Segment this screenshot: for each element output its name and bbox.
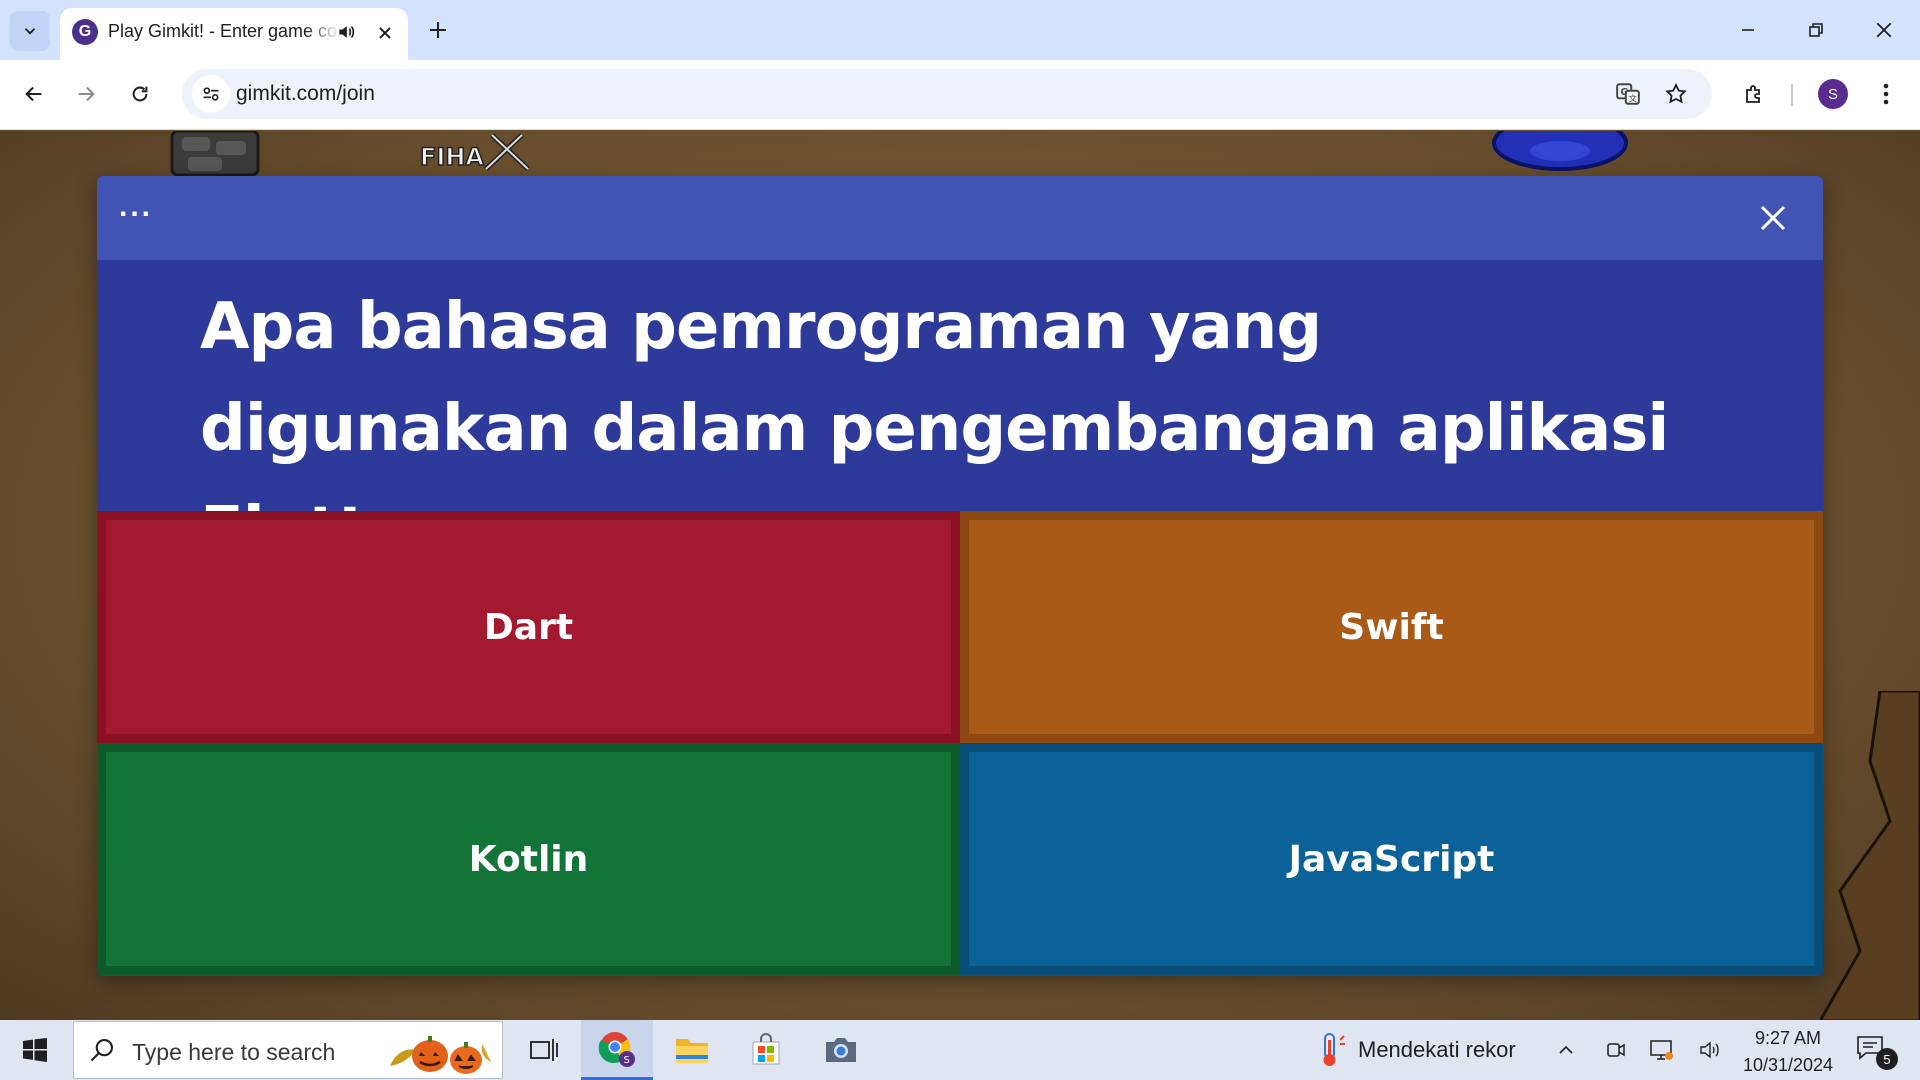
reload-icon [132,86,148,102]
browser-tabstrip: G Play Gimkit! - Enter game code [0,0,1920,60]
modal-close-button[interactable] [1751,196,1795,240]
windows-logo-icon [23,1038,47,1062]
taskbar-search-box[interactable]: Type here to search [73,1021,503,1079]
svg-text:S: S [624,1055,630,1066]
file-explorer-taskbar-app[interactable] [656,1020,728,1080]
answer-option-4-label: JavaScript [1288,838,1495,880]
folder-icon [676,1039,708,1063]
weather-widget[interactable]: Mendekati rekor [1316,1032,1516,1068]
close-window-button[interactable] [1856,8,1912,52]
bookmark-star-icon[interactable] [1660,78,1692,110]
crossed-swords-image [484,133,530,171]
answer-option-3-label: Kotlin [468,838,589,880]
clock-time: 9:27 AM [1754,1028,1822,1048]
restore-icon [1809,23,1823,37]
camera-icon [826,1038,856,1062]
stone-pillar-image [170,131,260,177]
search-icon [90,1039,113,1062]
site-info-button[interactable] [192,75,230,113]
rock-edge-image [1820,691,1920,1020]
forward-button[interactable] [66,74,106,114]
url-text[interactable]: gimkit.com/join [236,82,375,106]
toolbar-separator [1791,84,1793,106]
chevron-up-icon[interactable] [1552,1036,1580,1064]
meet-now-icon[interactable] [1602,1036,1630,1064]
windows-taskbar: Type here to search S Mendekati rekor 9:… [0,1020,1920,1080]
network-icon[interactable] [1648,1036,1676,1064]
gimkit-favicon-icon: G [72,19,98,45]
minimize-icon [1742,29,1754,31]
answer-option-4[interactable]: JavaScript [960,743,1823,975]
more-menu-icon[interactable] [1866,74,1906,114]
question-modal: ... Apa bahasa pemrograman yang digunaka… [97,176,1823,976]
extensions-icon[interactable] [1734,74,1774,114]
chrome-taskbar-app[interactable]: S [581,1020,653,1080]
notification-center-button[interactable]: 5 [1856,1034,1898,1070]
close-icon [1760,205,1786,231]
close-icon [1876,22,1892,38]
answer-option-2-label: Swift [1339,606,1444,648]
task-view-button[interactable] [508,1020,580,1080]
player-character-image [1492,131,1628,171]
camera-taskbar-app[interactable] [805,1020,877,1080]
svg-text:文: 文 [1629,93,1638,105]
start-button[interactable] [0,1020,70,1080]
address-bar[interactable]: gimkit.com/join G文 [182,69,1712,119]
search-placeholder: Type here to search [132,1039,336,1065]
profile-avatar[interactable]: S [1818,79,1848,109]
taskbar-clock[interactable]: 9:27 AM 10/31/2024 [1738,1025,1838,1079]
new-tab-button[interactable] [418,12,458,48]
answer-option-2[interactable]: Swift [960,511,1823,743]
weather-text: Mendekati rekor [1358,1037,1516,1062]
player-name-label: FIHA [419,142,484,172]
notification-count-badge: 5 [1876,1048,1898,1070]
tab-title: Play Gimkit! - Enter game code [108,21,340,41]
tab-close-icon[interactable] [372,20,398,46]
microsoft-store-taskbar-app[interactable] [730,1020,802,1080]
answer-option-1-label: Dart [483,606,574,648]
browser-toolbar: gimkit.com/join G文 S [0,60,1920,130]
chevron-down-icon [24,28,36,35]
restore-button[interactable] [1788,8,1844,52]
reload-button[interactable] [120,74,160,114]
answer-grid: Dart Swift Kotlin JavaScript [97,511,1823,976]
browser-tab[interactable]: G Play Gimkit! - Enter game code [60,8,408,60]
clock-date: 10/31/2024 [1742,1055,1834,1075]
back-button[interactable] [14,74,54,114]
plus-icon [430,22,446,38]
modal-menu-button[interactable]: ... [119,190,153,224]
halloween-pumpkins-icon [390,1036,492,1074]
speaker-icon[interactable] [336,22,356,47]
translate-icon[interactable]: G文 [1612,78,1644,110]
task-view-icon [530,1039,558,1061]
answer-option-1[interactable]: Dart [97,511,960,743]
arrow-right-icon [78,86,95,102]
chrome-icon: S [598,1031,635,1067]
answer-option-3[interactable]: Kotlin [97,743,960,975]
store-icon [752,1033,780,1065]
thermometer-icon [1323,1033,1345,1066]
minimize-button[interactable] [1720,8,1776,52]
modal-header: ... [97,176,1823,260]
volume-icon[interactable] [1696,1036,1724,1064]
tune-icon [203,87,219,101]
tab-search-button[interactable] [10,11,50,51]
arrow-left-icon [25,86,42,102]
